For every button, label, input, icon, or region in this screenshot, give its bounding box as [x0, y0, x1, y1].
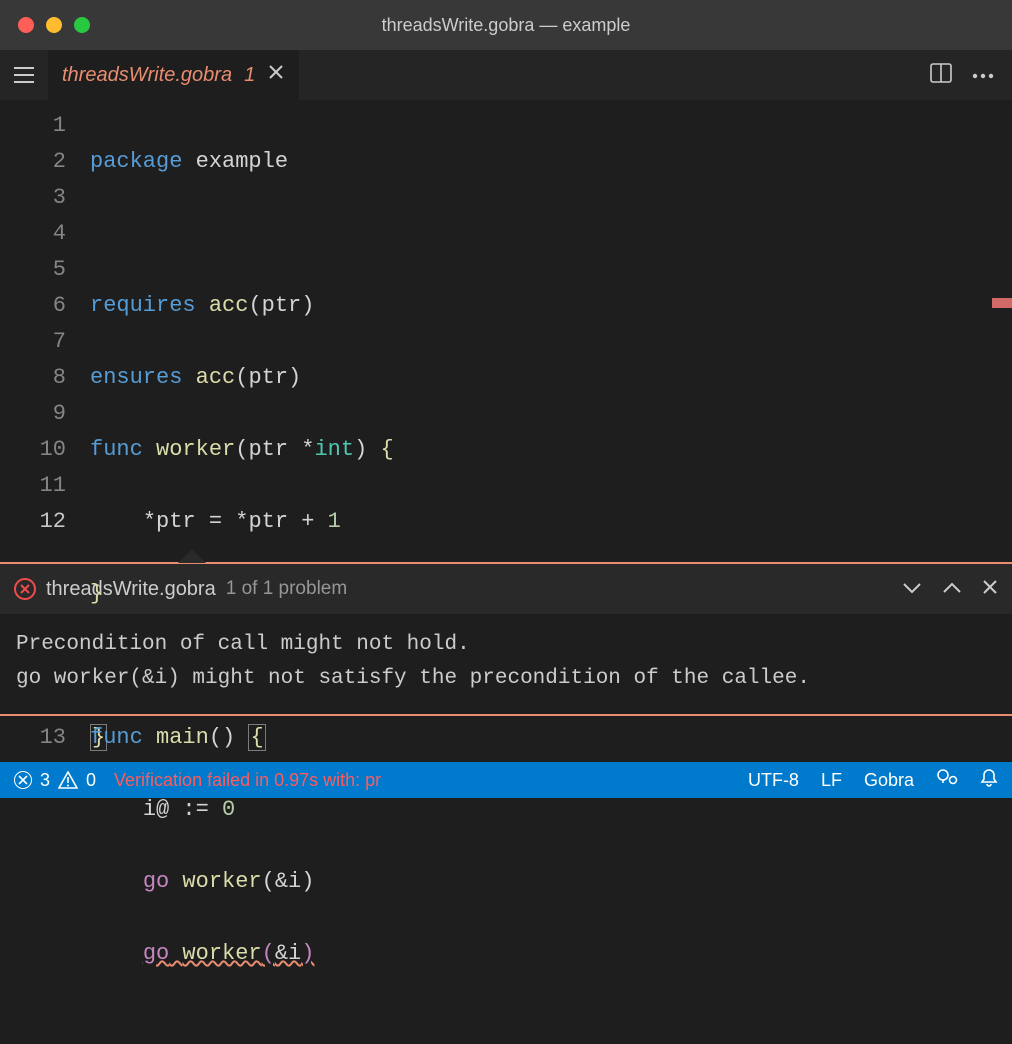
tab-threadswrite[interactable]: threadsWrite.gobra 1: [48, 50, 299, 100]
tab-problem-badge: 1: [244, 64, 255, 87]
status-error-icon: [14, 771, 32, 789]
bell-icon[interactable]: [980, 768, 998, 793]
editor[interactable]: 1 2 3 4 5 6 7 8 9 10 11 12 package examp…: [0, 100, 1012, 562]
error-squiggle[interactable]: go worker(&i): [143, 941, 315, 966]
status-encoding[interactable]: UTF-8: [748, 770, 799, 791]
maximize-window[interactable]: [74, 17, 90, 33]
close-tab-icon[interactable]: [267, 63, 285, 87]
status-problems[interactable]: 3 0: [14, 770, 96, 791]
tabbar: threadsWrite.gobra 1: [0, 50, 1012, 100]
next-problem-icon[interactable]: [902, 578, 922, 601]
line-number-gutter: 1 2 3 4 5 6 7 8 9 10 11 12: [0, 100, 90, 562]
status-error-count: 3: [40, 770, 50, 791]
status-language[interactable]: Gobra: [864, 770, 914, 791]
status-eol[interactable]: LF: [821, 770, 842, 791]
status-warning-icon: [58, 771, 78, 789]
split-editor-icon[interactable]: [930, 63, 952, 88]
peek-arrow: [178, 549, 206, 563]
minimap-error-marker[interactable]: [992, 298, 1012, 308]
minimize-window[interactable]: [46, 17, 62, 33]
feedback-icon[interactable]: [936, 768, 958, 793]
close-window[interactable]: [18, 17, 34, 33]
code-area[interactable]: package example requires acc(ptr) ensure…: [90, 100, 394, 562]
traffic-lights: [18, 17, 90, 33]
window-title: threadsWrite.gobra — example: [382, 15, 631, 36]
prev-problem-icon[interactable]: [942, 578, 962, 601]
close-problems-icon[interactable]: [982, 578, 998, 601]
menu-icon[interactable]: [0, 50, 48, 100]
titlebar: threadsWrite.gobra — example: [0, 0, 1012, 50]
error-icon: [14, 578, 36, 600]
more-actions-icon[interactable]: [972, 66, 994, 84]
tab-filename: threadsWrite.gobra: [62, 64, 232, 87]
